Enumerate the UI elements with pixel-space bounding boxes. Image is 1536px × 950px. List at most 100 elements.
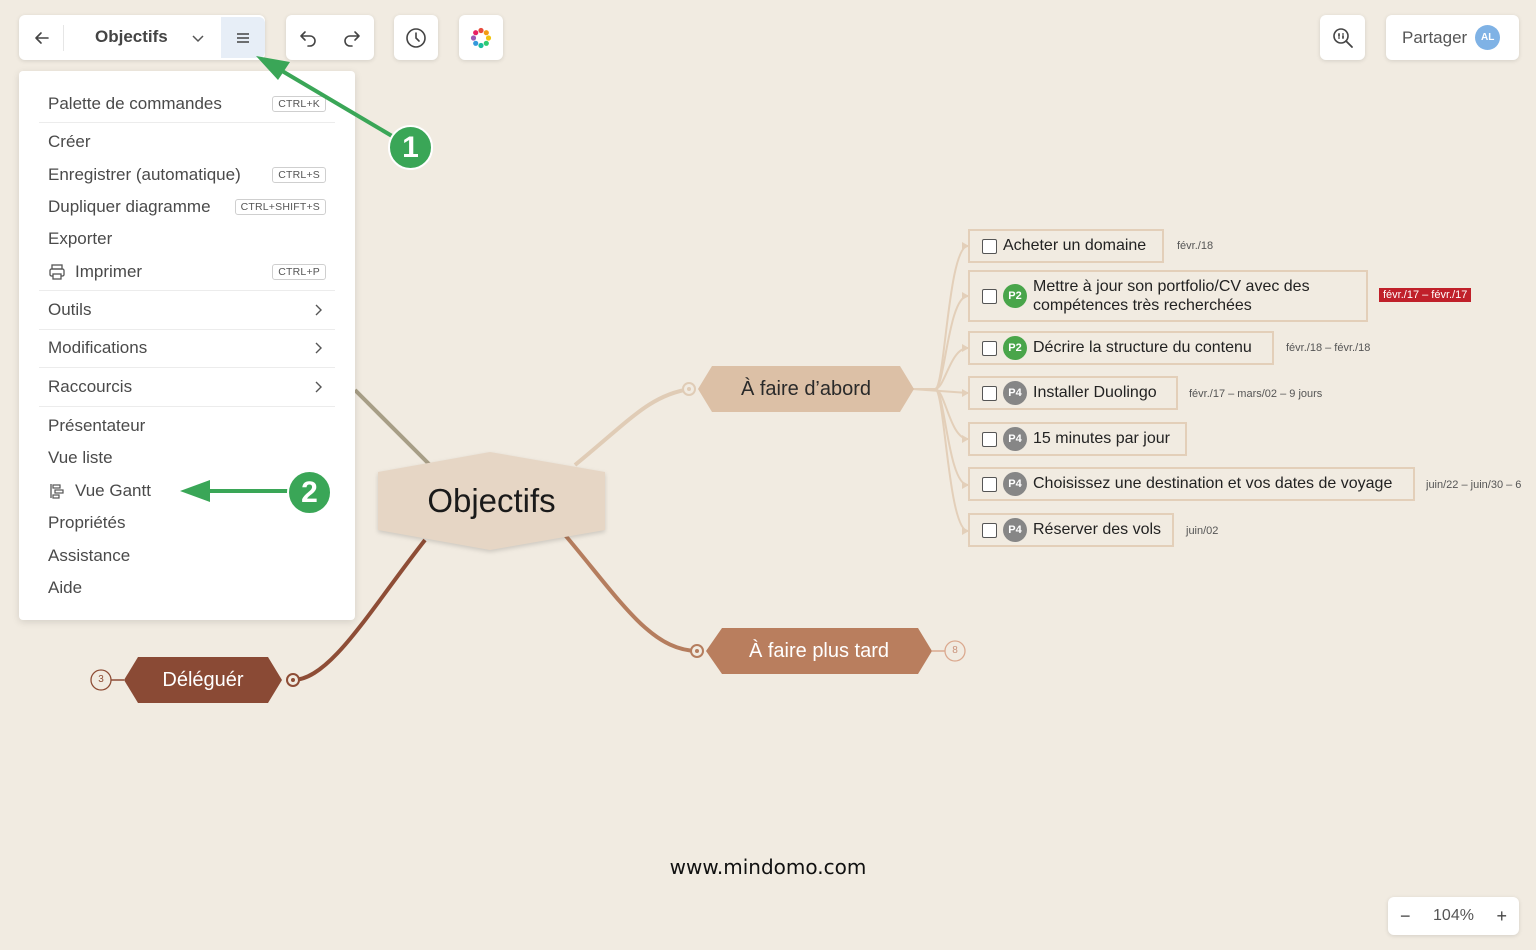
title-dropdown-button[interactable] — [187, 27, 209, 49]
menu-item-create[interactable]: Créer — [48, 132, 326, 152]
priority-badge: P4 — [1003, 381, 1027, 405]
menu-item-assistance[interactable]: Assistance — [48, 546, 326, 566]
task-node[interactable]: P2 Décrire la structure du contenu — [968, 331, 1274, 365]
menu-item-save[interactable]: Enregistrer (automatique) CTRL+S — [48, 165, 326, 185]
zoom-level[interactable]: 104% — [1433, 907, 1474, 925]
priority-badge: P2 — [1003, 284, 1027, 308]
chevron-right-icon — [315, 304, 322, 316]
task-checkbox[interactable] — [982, 288, 997, 304]
menu-item-print[interactable]: Imprimer CTRL+P — [48, 262, 326, 282]
hamburger-menu-icon — [237, 32, 249, 43]
task-label: Réserver des vols — [1033, 521, 1162, 538]
history-button[interactable] — [394, 15, 438, 60]
undo-icon — [300, 31, 316, 47]
chevron-down-icon — [192, 35, 204, 43]
theme-button[interactable] — [459, 15, 503, 60]
shortcut-badge: CTRL+P — [272, 264, 326, 280]
gantt-icon — [50, 484, 64, 499]
menu-divider — [39, 367, 335, 368]
task-node[interactable]: P4 Installer Duolingo — [968, 376, 1178, 410]
task-node[interactable]: P4 15 minutes par jour — [968, 422, 1187, 456]
chevron-right-icon — [315, 381, 322, 393]
divider — [63, 25, 64, 51]
task-checkbox[interactable] — [982, 431, 997, 447]
zoom-out-button[interactable]: − — [1400, 906, 1411, 927]
menu-item-label: Imprimer — [75, 262, 143, 281]
undo-redo-group — [286, 15, 374, 60]
topic-later-collapsed-count[interactable]: 8 — [945, 641, 965, 661]
menu-item-tools[interactable]: Outils — [48, 300, 326, 320]
menu-item-help[interactable]: Aide — [48, 578, 326, 598]
redo-button[interactable] — [336, 22, 368, 54]
task-date: févr./18 — [1177, 240, 1214, 252]
task-date: juin/22 – juin/30 – 6 — [1426, 479, 1522, 491]
task-checkbox[interactable] — [982, 522, 997, 538]
menu-item-duplicate[interactable]: Dupliquer diagramme CTRL+SHIFT+S — [48, 197, 326, 217]
redo-icon — [344, 31, 360, 47]
menu-item-properties[interactable]: Propriétés — [48, 513, 326, 533]
main-menu: Palette de commandes CTRL+K Créer Enregi… — [19, 71, 355, 620]
task-checkbox[interactable] — [982, 385, 997, 401]
menu-item-label: Propriétés — [48, 513, 126, 532]
menu-item-label: Modifications — [48, 338, 148, 357]
task-checkbox[interactable] — [982, 238, 997, 254]
menu-item-command-palette[interactable]: Palette de commandes CTRL+K — [48, 94, 326, 114]
task-checkbox[interactable] — [982, 340, 997, 356]
task-date: févr./18 – févr./18 — [1286, 342, 1371, 354]
shortcut-badge: CTRL+S — [272, 167, 326, 183]
menu-item-list-view[interactable]: Vue liste — [48, 448, 326, 468]
search-zoom-button[interactable] — [1320, 15, 1365, 60]
central-topic[interactable]: Objectifs — [378, 452, 605, 550]
clock-icon — [406, 27, 426, 48]
task-node[interactable]: P4 Réserver des vols — [968, 513, 1174, 547]
topic-delegate[interactable]: Déléguér — [124, 657, 282, 703]
chevron-right-icon — [315, 342, 322, 354]
priority-badge: P4 — [1003, 518, 1027, 542]
annotation-step-2: 2 — [287, 470, 332, 515]
menu-item-label: Dupliquer diagramme — [48, 197, 211, 216]
menu-item-gantt-view[interactable]: Vue Gantt — [48, 481, 326, 501]
menu-item-label: Outils — [48, 300, 92, 319]
shortcut-badge: CTRL+SHIFT+S — [234, 199, 326, 215]
task-date: févr./17 – mars/02 – 9 jours — [1189, 388, 1323, 400]
menu-item-modifications[interactable]: Modifications — [48, 338, 326, 358]
color-wheel-icon — [470, 27, 492, 48]
menu-item-label: Assistance — [48, 546, 131, 565]
back-button[interactable] — [27, 23, 57, 53]
menu-item-label: Enregistrer (automatique) — [48, 165, 241, 184]
menu-item-label: Palette de commandes — [48, 94, 222, 113]
annotation-step-1: 1 — [388, 125, 433, 170]
task-date-overdue: févr./17 – févr./17 — [1379, 288, 1472, 302]
main-menu-button[interactable] — [221, 17, 265, 58]
diagram-title[interactable]: Objectifs — [95, 27, 168, 47]
menu-divider — [39, 290, 335, 291]
menu-item-label: Vue liste — [48, 448, 113, 467]
topic-first[interactable]: À faire d’abord — [698, 366, 914, 412]
topic-delegate-collapsed-count[interactable]: 3 — [91, 670, 111, 690]
task-date: juin/02 — [1186, 525, 1219, 537]
priority-badge: P2 — [1003, 336, 1027, 360]
undo-button[interactable] — [292, 22, 324, 54]
menu-item-label: Aide — [48, 578, 83, 597]
task-label: Acheter un domaine — [1003, 237, 1147, 254]
priority-badge: P4 — [1003, 427, 1027, 451]
watermark: www.mindomo.com — [669, 855, 867, 879]
task-checkbox[interactable] — [982, 476, 997, 492]
menu-divider — [39, 329, 335, 330]
menu-item-export[interactable]: Exporter — [48, 229, 326, 249]
menu-item-label: Vue Gantt — [75, 481, 151, 500]
task-node[interactable]: Acheter un domaine — [968, 229, 1164, 263]
task-label: Décrire la structure du contenu — [1033, 339, 1252, 356]
task-label: Mettre à jour son portfolio/CV avec des … — [1033, 278, 1310, 314]
task-node[interactable]: P2 Mettre à jour son portfolio/CV avec d… — [968, 270, 1368, 322]
zoom-in-button[interactable]: + — [1496, 906, 1507, 927]
search-icon — [1332, 27, 1353, 48]
share-button[interactable]: Partager AL — [1386, 15, 1519, 60]
menu-item-label: Exporter — [48, 229, 113, 248]
topic-later[interactable]: À faire plus tard — [706, 628, 932, 674]
task-node[interactable]: P4 Choisissez une destination et vos dat… — [968, 467, 1415, 501]
task-label: Installer Duolingo — [1033, 384, 1157, 401]
menu-item-shortcuts[interactable]: Raccourcis — [48, 377, 326, 397]
title-toolbar: Objectifs — [19, 15, 265, 60]
menu-item-presenter[interactable]: Présentateur — [48, 416, 326, 436]
